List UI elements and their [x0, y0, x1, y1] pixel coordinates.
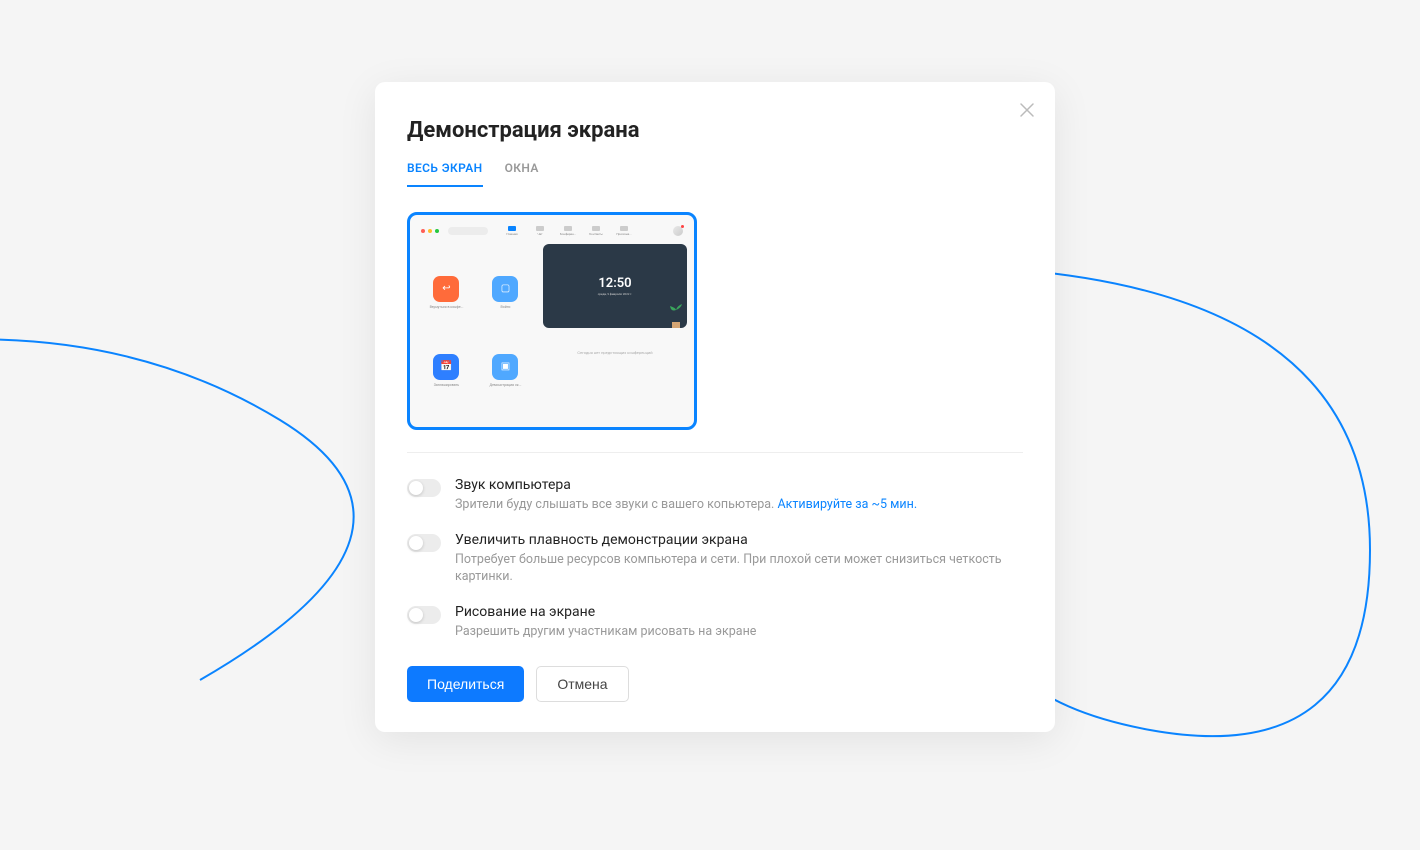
option-screen-draw: Рисование на экране Разрешить другим уча…: [407, 604, 1023, 641]
close-button[interactable]: [1017, 100, 1037, 120]
close-icon: [1019, 102, 1035, 118]
toggle-smooth-demo[interactable]: [407, 534, 441, 552]
option-computer-audio: Звук компьютера Зрители буду слышать все…: [407, 477, 1023, 514]
cancel-button[interactable]: Отмена: [536, 666, 628, 702]
tab-windows[interactable]: ОКНА: [505, 161, 539, 187]
option-smooth-demo: Увеличить плавность демонстрации экрана …: [407, 532, 1023, 586]
preview-topbar: Главная Чат Конферен... Контакты Приложе…: [417, 222, 687, 240]
conference-icon: [564, 226, 572, 231]
dialog-buttons: Поделиться Отмена: [407, 666, 1023, 702]
option-desc: Разрешить другим участникам рисовать на …: [455, 623, 1023, 641]
tabs: ВЕСЬ ЭКРАН ОКНА: [407, 161, 1023, 188]
avatar-icon: [673, 226, 683, 236]
preview-clock-card: 12:50 среда, 9 февраля 2022 г.: [543, 244, 687, 328]
preview-search-icon: [448, 227, 488, 235]
preview-empty-text: Сегодня нет предстоящих конференций: [543, 350, 687, 355]
preview-area: Главная Чат Конферен... Контакты Приложе…: [407, 212, 1023, 453]
toggle-screen-draw[interactable]: [407, 606, 441, 624]
activate-link[interactable]: Активируйте за ~5 мин.: [777, 497, 917, 512]
option-desc: Зрители буду слышать все звуки с вашего …: [455, 496, 1023, 514]
contacts-icon: [592, 226, 600, 231]
home-icon: [508, 226, 516, 231]
option-title: Увеличить плавность демонстрации экрана: [455, 532, 1023, 548]
traffic-light-yellow-icon: [428, 229, 432, 233]
dialog-title: Демонстрация экрана: [407, 118, 1023, 143]
plant-icon: [668, 300, 684, 328]
preview-clock-date: среда, 9 февраля 2022 г.: [598, 292, 633, 296]
traffic-light-red-icon: [421, 229, 425, 233]
demo-tile-icon: ▣: [492, 354, 518, 380]
apps-icon: [620, 226, 628, 231]
options-list: Звук компьютера Зрители буду слышать все…: [407, 477, 1023, 640]
traffic-light-green-icon: [435, 229, 439, 233]
chat-icon: [536, 226, 544, 231]
preview-nav: Главная Чат Конферен... Контакты Приложе…: [503, 226, 633, 236]
share-button[interactable]: Поделиться: [407, 666, 524, 702]
join-tile-icon: ▢: [492, 276, 518, 302]
preview-clock-time: 12:50: [598, 276, 631, 291]
schedule-tile-icon: 📅: [433, 354, 459, 380]
screen-share-dialog: Демонстрация экрана ВЕСЬ ЭКРАН ОКНА Глав…: [375, 82, 1055, 732]
tab-fullscreen[interactable]: ВЕСЬ ЭКРАН: [407, 161, 483, 187]
option-title: Рисование на экране: [455, 604, 1023, 620]
return-tile-icon: ↩: [433, 276, 459, 302]
option-desc: Потребует больше ресурсов компьютера и с…: [455, 551, 1023, 586]
option-title: Звук компьютера: [455, 477, 1023, 493]
toggle-computer-audio[interactable]: [407, 479, 441, 497]
screen-preview-thumbnail[interactable]: Главная Чат Конферен... Контакты Приложе…: [407, 212, 697, 430]
